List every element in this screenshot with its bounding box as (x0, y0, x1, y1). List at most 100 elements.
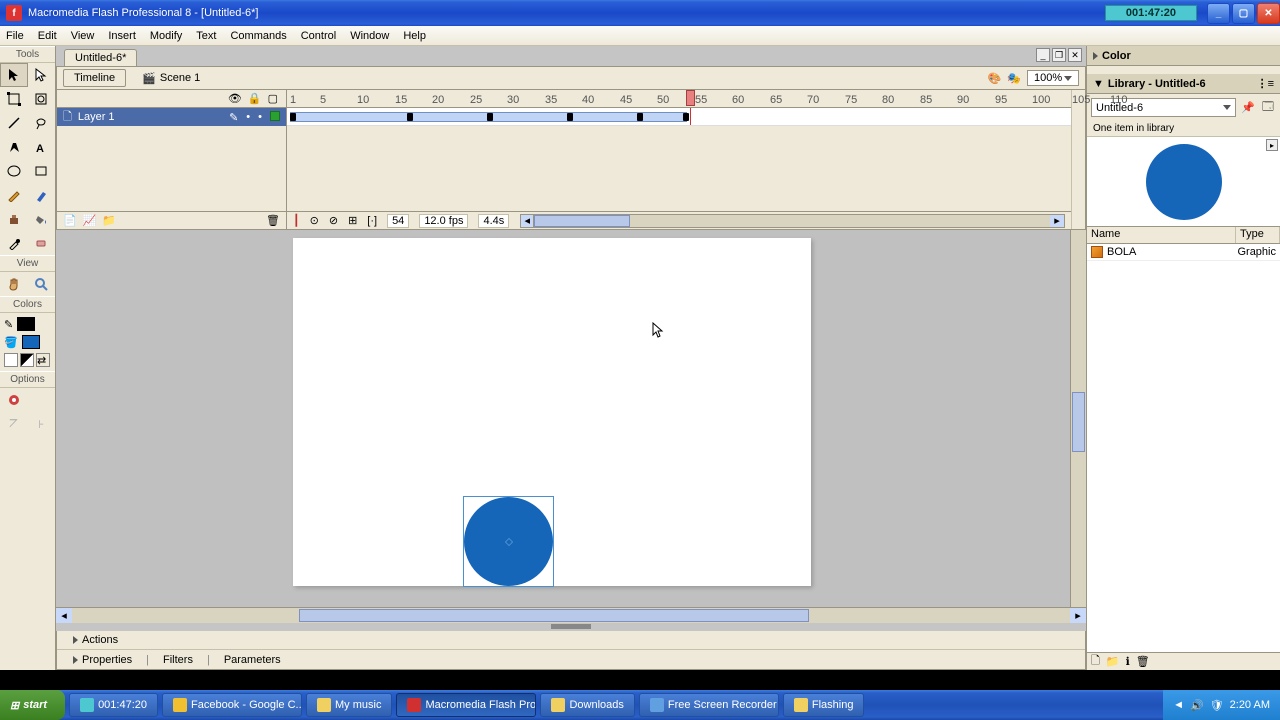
lock-icon[interactable]: 🔒 (248, 92, 262, 105)
scrollbar-thumb[interactable] (1072, 392, 1085, 452)
color-panel-header[interactable]: Color (1087, 46, 1280, 66)
keyframe[interactable] (487, 113, 493, 121)
taskbar-item[interactable]: My music (306, 693, 392, 717)
menu-view[interactable]: View (71, 30, 95, 42)
scroll-right-button[interactable]: ▸ (1050, 215, 1064, 227)
hand-tool[interactable] (0, 272, 28, 296)
layer-row[interactable]: 🗋 Layer 1 ✎•• (57, 108, 286, 126)
scrollbar-thumb[interactable] (299, 609, 809, 622)
keyframe[interactable] (637, 113, 643, 121)
scroll-left-button[interactable]: ◂ (56, 608, 72, 623)
menu-file[interactable]: File (6, 30, 24, 42)
snap-option[interactable] (0, 388, 28, 412)
keyframe[interactable] (567, 113, 573, 121)
timeline-h-scrollbar[interactable]: ◂ ▸ (533, 214, 1065, 228)
keyframe[interactable] (290, 113, 296, 121)
subselection-tool[interactable] (28, 63, 56, 87)
filters-tab[interactable]: Filters (163, 654, 193, 666)
modify-onion-button[interactable]: [·] (367, 215, 377, 227)
scrollbar-thumb[interactable] (534, 215, 629, 227)
lasso-tool[interactable] (28, 111, 56, 135)
tray-icon[interactable]: 🔊 (1190, 699, 1204, 712)
edit-symbol-icon[interactable]: 🎭 (1007, 72, 1021, 85)
actions-panel-title[interactable]: Actions (82, 634, 118, 646)
maximize-button[interactable]: ▢ (1232, 3, 1255, 24)
smooth-option[interactable]: ⦢ (0, 412, 28, 436)
frame-row[interactable] (287, 108, 1071, 126)
system-tray[interactable]: ◄ 🔊 🛡 2:20 AM (1163, 690, 1280, 720)
insert-folder-button[interactable]: 📁 (102, 214, 116, 227)
minimize-button[interactable]: _ (1207, 3, 1230, 24)
gradient-transform-tool[interactable] (28, 87, 56, 111)
frame-ruler[interactable]: 1 5 10 15 20 25 30 35 40 45 50 55 60 65 … (287, 90, 1071, 108)
show-hide-icon[interactable]: 👁 (228, 92, 242, 105)
taskbar-item[interactable]: Downloads (540, 693, 634, 717)
menu-commands[interactable]: Commands (230, 30, 286, 42)
menu-window[interactable]: Window (350, 30, 389, 42)
line-tool[interactable] (0, 111, 28, 135)
taskbar-item[interactable]: 001:47:20 (69, 693, 158, 717)
close-button[interactable]: ✕ (1257, 3, 1280, 24)
timeline-v-scrollbar[interactable] (1071, 90, 1085, 229)
menu-edit[interactable]: Edit (38, 30, 57, 42)
library-item[interactable]: BOLA Graphic (1087, 244, 1280, 261)
properties-button[interactable]: ℹ (1126, 655, 1130, 668)
add-motion-guide-button[interactable]: 📈 (83, 214, 97, 227)
properties-tab[interactable]: Properties (82, 654, 132, 666)
stroke-color-swatch[interactable] (17, 317, 35, 331)
doc-close-button[interactable]: ✕ (1068, 48, 1082, 62)
brush-tool[interactable] (28, 183, 56, 207)
symbol-instance-selected[interactable] (463, 496, 554, 587)
scene-label[interactable]: Scene 1 (160, 72, 200, 84)
default-colors-button[interactable] (4, 353, 18, 367)
start-button[interactable]: ⊞start (0, 690, 65, 720)
panel-splitter[interactable] (551, 624, 591, 629)
scroll-left-button[interactable]: ◂ (520, 214, 534, 228)
tray-icon[interactable]: ◄ (1173, 699, 1184, 711)
ink-bottle-tool[interactable] (0, 207, 28, 231)
stage-area[interactable] (56, 230, 1070, 607)
taskbar-item[interactable]: Flashing (783, 693, 865, 717)
new-symbol-button[interactable]: 🗋 (1091, 652, 1100, 671)
no-color-button[interactable] (20, 353, 34, 367)
menu-control[interactable]: Control (301, 30, 336, 42)
pencil-tool[interactable] (0, 183, 28, 207)
delete-layer-button[interactable]: 🗑 (266, 214, 280, 227)
library-column-header[interactable]: Name Type (1087, 227, 1280, 244)
free-transform-tool[interactable] (0, 87, 28, 111)
stage-h-scrollbar[interactable]: ◂ ▸ (56, 607, 1086, 623)
menu-modify[interactable]: Modify (150, 30, 182, 42)
outline-icon[interactable]: ▢ (268, 92, 278, 105)
parameters-tab[interactable]: Parameters (224, 654, 281, 666)
delete-button[interactable]: 🗑 (1136, 655, 1150, 668)
oval-tool[interactable] (0, 159, 28, 183)
eyedropper-tool[interactable] (0, 231, 28, 255)
straighten-option[interactable]: ⊦ (28, 412, 56, 436)
selection-tool[interactable] (0, 63, 28, 87)
stage[interactable] (293, 238, 811, 586)
taskbar-item[interactable]: Free Screen Recorder (639, 693, 779, 717)
pin-library-button[interactable]: 📌 (1240, 98, 1256, 117)
keyframe[interactable] (683, 113, 689, 121)
expand-icon[interactable] (73, 656, 78, 664)
new-folder-button[interactable]: 📁 (1106, 655, 1120, 668)
menu-text[interactable]: Text (196, 30, 216, 42)
keyframe[interactable] (407, 113, 413, 121)
eraser-tool[interactable] (28, 231, 56, 255)
document-tab[interactable]: Untitled-6* (64, 49, 137, 66)
doc-minimize-button[interactable]: _ (1036, 48, 1050, 62)
onion-skin-button[interactable]: ⊙ (310, 214, 319, 227)
rectangle-tool[interactable] (28, 159, 56, 183)
stage-v-scrollbar[interactable] (1070, 230, 1086, 607)
paint-bucket-tool[interactable] (28, 207, 56, 231)
timeline-tab[interactable]: Timeline (63, 69, 126, 87)
zoom-tool[interactable] (28, 272, 56, 296)
library-panel-header[interactable]: ▼Library - Untitled-6⋮≡ (1087, 74, 1280, 94)
clock[interactable]: 2:20 AM (1230, 699, 1270, 711)
zoom-select[interactable]: 100% (1027, 70, 1079, 86)
tray-icon[interactable]: 🛡 (1210, 699, 1224, 712)
doc-restore-button[interactable]: ❐ (1052, 48, 1066, 62)
playhead[interactable] (686, 90, 695, 106)
insert-layer-button[interactable]: 📄 (63, 214, 77, 227)
fill-color-swatch[interactable] (22, 335, 40, 349)
